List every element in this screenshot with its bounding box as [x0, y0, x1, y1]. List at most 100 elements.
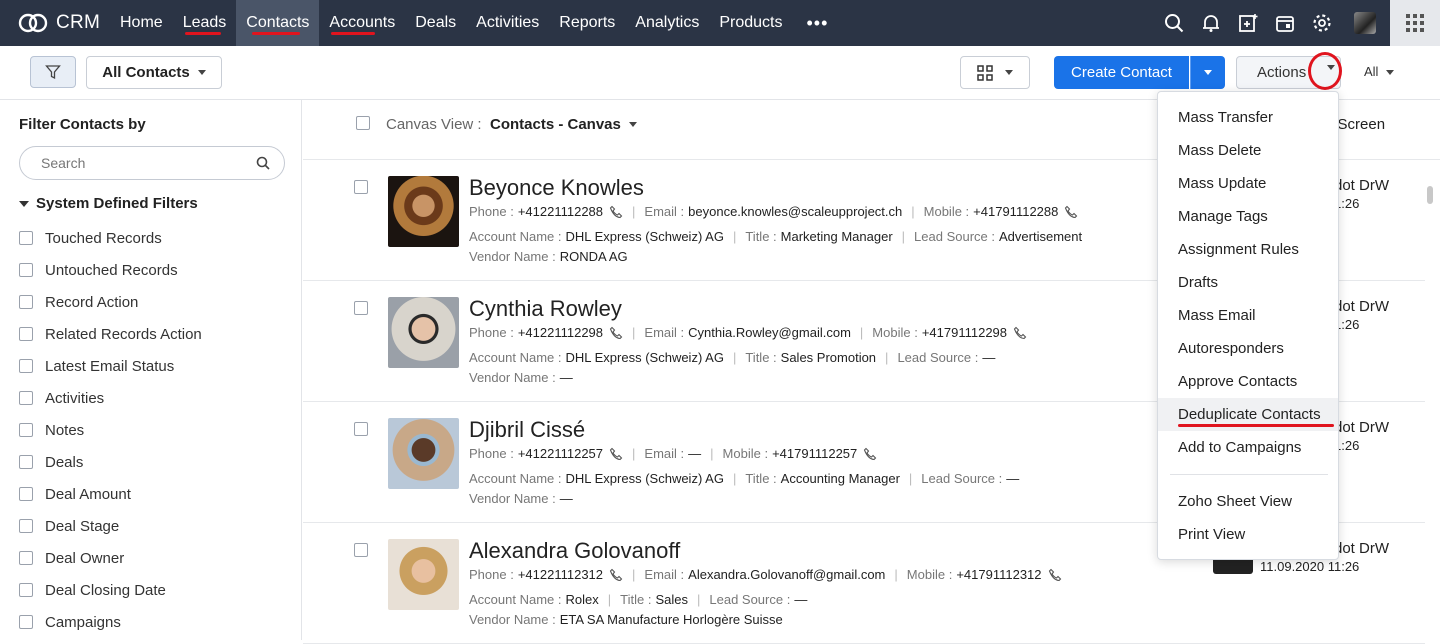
menu-item-print-view[interactable]: Print View	[1158, 518, 1338, 551]
nav-more-button[interactable]: •••	[792, 0, 842, 46]
row-checkbox[interactable]	[354, 180, 368, 194]
filter-item[interactable]: Notes	[19, 414, 202, 446]
phone-icon[interactable]	[863, 447, 877, 461]
checkbox[interactable]	[19, 423, 33, 437]
filter-item[interactable]: Deal Amount	[19, 478, 202, 510]
row-checkbox[interactable]	[354, 422, 368, 436]
nav-accounts[interactable]: Accounts	[319, 0, 405, 46]
nav-products[interactable]: Products	[709, 0, 792, 46]
filter-item[interactable]: Deal Stage	[19, 510, 202, 542]
contact-line-1: Phone : +41221112257 | Email : — | Mobile …	[469, 446, 877, 461]
contact-line-1: Phone : +41221112288 | Email : beyonce.kno…	[469, 204, 1078, 219]
nav-deals[interactable]: Deals	[405, 0, 466, 46]
phone-icon[interactable]	[609, 205, 623, 219]
apps-grid-icon[interactable]	[1390, 0, 1440, 46]
create-options-button[interactable]	[1190, 56, 1225, 89]
contact-line-3: Vendor Name : —	[469, 370, 573, 385]
nav-home[interactable]: Home	[110, 0, 173, 46]
filter-item[interactable]: Deal Owner	[19, 542, 202, 574]
filter-item[interactable]: Record Action	[19, 286, 202, 318]
canvas-view-label: Canvas View :	[386, 116, 482, 133]
all-select[interactable]: All	[1364, 64, 1395, 79]
checkbox[interactable]	[19, 231, 33, 245]
contact-name[interactable]: Beyonce Knowles	[469, 175, 644, 201]
filter-item[interactable]: Touched Records	[19, 222, 202, 254]
checkbox[interactable]	[19, 295, 33, 309]
vertical-scrollbar[interactable]	[1427, 186, 1433, 204]
filter-item[interactable]: Campaigns	[19, 606, 202, 638]
chevron-down-icon[interactable]	[629, 122, 637, 127]
canvas-view-select[interactable]: Contacts - Canvas	[490, 116, 621, 133]
crm-logo-icon	[18, 13, 48, 33]
filter-item[interactable]: Deals	[19, 446, 202, 478]
filter-item[interactable]: Activities	[19, 382, 202, 414]
filter-toggle-button[interactable]	[30, 56, 76, 88]
contact-photo	[388, 418, 459, 489]
contact-photo	[388, 176, 459, 247]
checkbox[interactable]	[19, 487, 33, 501]
row-checkbox[interactable]	[354, 301, 368, 315]
avatar[interactable]	[1354, 12, 1376, 34]
chevron-down-icon	[1386, 70, 1395, 76]
menu-item-drafts[interactable]: Drafts	[1158, 266, 1338, 299]
filter-item[interactable]: Untouched Records	[19, 254, 202, 286]
phone-icon[interactable]	[609, 568, 623, 582]
row-checkbox[interactable]	[354, 543, 368, 557]
checkbox[interactable]	[19, 455, 33, 469]
menu-item-assignment-rules[interactable]: Assignment Rules	[1158, 233, 1338, 266]
top-nav: CRM Home Leads Contacts Accounts Deals A…	[0, 0, 1440, 46]
checkbox[interactable]	[19, 327, 33, 341]
brand-name: CRM	[56, 12, 101, 33]
annotation-underline	[184, 32, 221, 35]
checkbox[interactable]	[19, 519, 33, 533]
phone-icon[interactable]	[1048, 568, 1062, 582]
layout-view-button[interactable]	[960, 56, 1030, 89]
filter-search-input[interactable]: Search	[19, 146, 285, 180]
phone-icon[interactable]	[1013, 326, 1027, 340]
menu-item-zoho-sheet-view[interactable]: Zoho Sheet View	[1158, 485, 1338, 518]
add-calendar-icon[interactable]	[1229, 0, 1266, 46]
contact-name[interactable]: Cynthia Rowley	[469, 296, 622, 322]
menu-item-add-to-campaigns[interactable]: Add to Campaigns	[1158, 431, 1338, 464]
contact-line-2: Account Name : DHL Express (Schweiz) AG |…	[469, 350, 996, 365]
nav-contacts[interactable]: Contacts	[236, 0, 320, 46]
phone-icon[interactable]	[609, 326, 623, 340]
nav-activities[interactable]: Activities	[466, 0, 549, 46]
checkbox[interactable]	[19, 391, 33, 405]
filter-icon	[45, 65, 61, 80]
checkbox[interactable]	[19, 551, 33, 565]
menu-item-manage-tags[interactable]: Manage Tags	[1158, 200, 1338, 233]
filter-sidebar: Filter Contacts by Search System Defined…	[0, 100, 302, 640]
nav-leads[interactable]: Leads	[173, 0, 237, 46]
checkbox[interactable]	[19, 359, 33, 373]
menu-item-mass-email[interactable]: Mass Email	[1158, 299, 1338, 332]
brand-logo[interactable]: CRM	[0, 0, 110, 46]
phone-icon[interactable]	[1064, 205, 1078, 219]
system-filters-toggle[interactable]: System Defined Filters	[19, 195, 198, 212]
menu-item-approve-contacts[interactable]: Approve Contacts	[1158, 365, 1338, 398]
nav-reports[interactable]: Reports	[549, 0, 625, 46]
create-contact-button[interactable]: Create Contact	[1054, 56, 1189, 89]
checkbox[interactable]	[19, 615, 33, 629]
filter-item[interactable]: Related Records Action	[19, 318, 202, 350]
calendar-icon[interactable]	[1266, 0, 1303, 46]
menu-item-mass-transfer[interactable]: Mass Transfer	[1158, 101, 1338, 134]
select-all-checkbox[interactable]	[356, 116, 370, 130]
nav-right-tools	[1155, 0, 1440, 46]
menu-item-mass-delete[interactable]: Mass Delete	[1158, 134, 1338, 167]
checkbox[interactable]	[19, 263, 33, 277]
view-select-dropdown[interactable]: All Contacts	[86, 56, 222, 89]
phone-icon[interactable]	[609, 447, 623, 461]
menu-item-autoresponders[interactable]: Autoresponders	[1158, 332, 1338, 365]
menu-item-mass-update[interactable]: Mass Update	[1158, 167, 1338, 200]
contact-name[interactable]: Djibril Cissé	[469, 417, 585, 443]
contact-name[interactable]: Alexandra Golovanoff	[469, 538, 680, 564]
checkbox[interactable]	[19, 583, 33, 597]
filter-item[interactable]: Latest Email Status	[19, 350, 202, 382]
filter-item[interactable]: Deal Closing Date	[19, 574, 202, 606]
nav-analytics[interactable]: Analytics	[625, 0, 709, 46]
contact-line-3: Vendor Name : ETA SA Manufacture Horlogèr…	[469, 612, 783, 627]
bell-icon[interactable]	[1192, 0, 1229, 46]
gear-icon[interactable]	[1303, 0, 1340, 46]
search-icon[interactable]	[1155, 0, 1192, 46]
